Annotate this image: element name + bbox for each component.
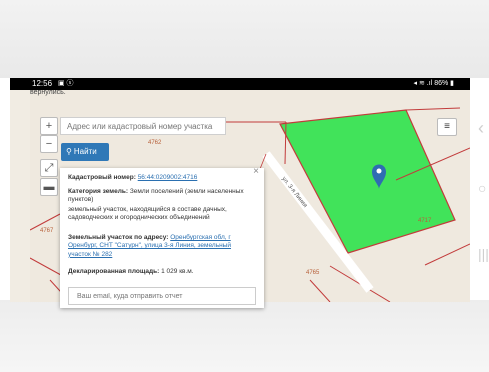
search-icon: ⚲ bbox=[66, 147, 72, 156]
parcel-boundary bbox=[309, 279, 331, 302]
hamburger-icon: ≡ bbox=[444, 121, 450, 132]
plot-label: 4762 bbox=[148, 140, 162, 146]
parcel-boundary bbox=[424, 243, 470, 266]
recent-apps-icon: ||| bbox=[478, 246, 489, 262]
email-field[interactable] bbox=[68, 287, 256, 305]
plot-label: 4717 bbox=[418, 218, 432, 224]
area-label: Декларированная площадь: bbox=[68, 268, 160, 275]
zoom-out-button[interactable]: − bbox=[40, 135, 58, 153]
print-button[interactable]: ▬ bbox=[40, 178, 58, 196]
expand-icon: ⤢ bbox=[44, 162, 54, 174]
screen-bottom-band bbox=[0, 300, 489, 372]
land-category-row: Категория земель: Земли поселений (земли… bbox=[68, 188, 254, 205]
selected-parcel bbox=[279, 109, 456, 254]
cadastral-label: Кадастровый номер: bbox=[68, 174, 136, 181]
back-chevron-icon: ‹ bbox=[478, 118, 484, 138]
status-time: 12:56 bbox=[32, 79, 53, 88]
page-text-cut: вернулись. bbox=[30, 89, 66, 96]
status-battery-signal: ◂ ≋ .ıl 86% ▮ bbox=[413, 80, 454, 87]
address-label: Земельный участок по адресу: bbox=[68, 234, 169, 241]
layers-menu-button[interactable]: ≡ bbox=[437, 118, 457, 136]
address-row: Земельный участок по адресу: Оренбургска… bbox=[68, 234, 254, 259]
plot-label: 4765 bbox=[306, 270, 320, 276]
status-notification-icons: ▣ ⓢ bbox=[58, 80, 74, 87]
zoom-in-button[interactable]: + bbox=[40, 117, 58, 135]
parcel-boundary bbox=[405, 107, 461, 111]
plot-label: 4767 bbox=[40, 228, 54, 234]
cadastral-number-link[interactable]: 56:44:0209002:4716 bbox=[138, 174, 198, 181]
status-bar: 12:56 ▣ ⓢ ◂ ≋ .ıl 86% ▮ bbox=[10, 78, 470, 90]
screen-top-band bbox=[0, 0, 489, 78]
home-circle-icon: ○ bbox=[478, 180, 487, 196]
close-icon[interactable]: × bbox=[253, 166, 259, 177]
category-label: Категория земель: bbox=[68, 188, 129, 195]
cadastral-number-row: Кадастровый номер: 56:44:0209002:4716 bbox=[68, 174, 254, 182]
area-row: Декларированная площадь: 1 029 кв.м. bbox=[68, 268, 254, 276]
find-button[interactable]: ⚲ Найти bbox=[61, 143, 109, 161]
search-input[interactable] bbox=[60, 117, 226, 135]
fullscreen-button[interactable]: ⤢ bbox=[40, 159, 58, 177]
find-button-label: Найти bbox=[73, 147, 97, 156]
printer-icon: ▬ bbox=[43, 181, 55, 193]
parcel-info-popup: × Кадастровый номер: 56:44:0209002:4716 … bbox=[60, 166, 264, 308]
land-use-text: земельный участок, находящийся в составе… bbox=[68, 206, 227, 222]
area-value: 1 029 кв.м. bbox=[161, 268, 194, 275]
